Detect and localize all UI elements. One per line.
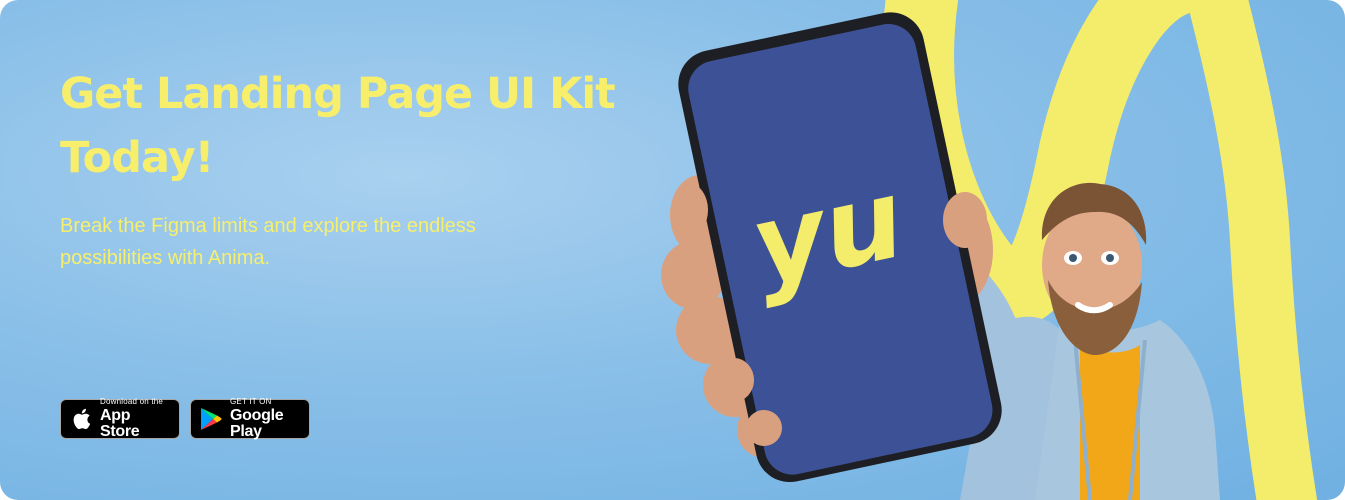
apple-logo-icon <box>69 406 93 432</box>
hero-banner: yu Get Landing Page UI Kit Today! Break … <box>0 0 1345 500</box>
google-play-button[interactable]: GET IT ON Google Play <box>190 397 310 440</box>
google-play-label: Google Play <box>230 407 284 440</box>
app-store-button[interactable]: Download on the App Store <box>60 397 180 440</box>
app-store-small-label: Download on the <box>100 397 164 406</box>
phone-mockup: yu <box>678 12 1002 483</box>
subtitle: Break the Figma limits and explore the e… <box>60 215 476 269</box>
app-store-label: App Store <box>100 407 140 440</box>
google-play-icon <box>199 406 223 432</box>
headline: Get Landing Page UI Kit Today! <box>60 69 616 183</box>
google-play-small-label: GET IT ON <box>230 397 272 406</box>
